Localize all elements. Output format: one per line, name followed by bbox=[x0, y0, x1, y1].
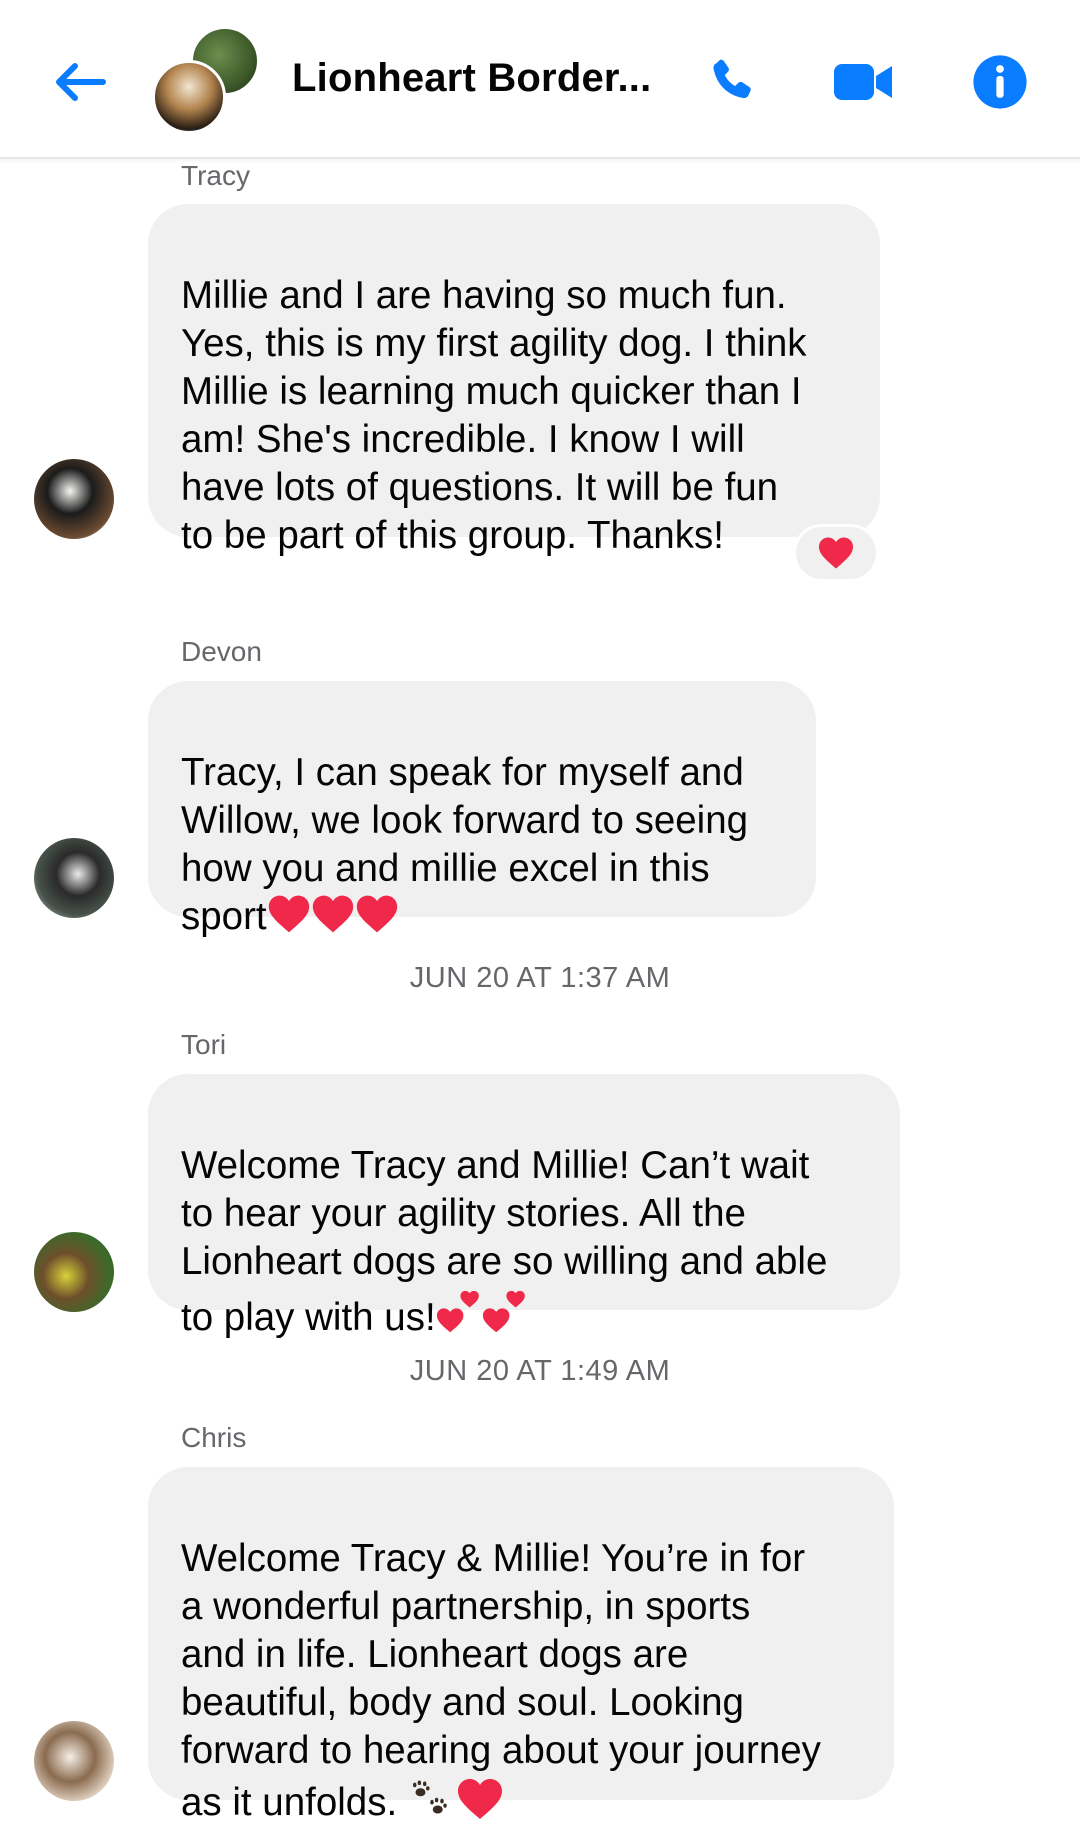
sender-name: Tori bbox=[181, 1029, 227, 1060]
message-bubble[interactable]: Millie and I are having so much fun. Yes… bbox=[148, 204, 880, 557]
message-bubble[interactable]: Tracy, I can speak for myself and Willow… bbox=[148, 681, 816, 938]
info-icon bbox=[973, 55, 1027, 109]
conversation-title[interactable]: Lionheart Border... bbox=[292, 56, 651, 101]
sender-name: Devon bbox=[181, 636, 262, 667]
sender-name: Tracy bbox=[181, 160, 250, 191]
sender-avatar[interactable] bbox=[34, 1721, 114, 1801]
info-button[interactable] bbox=[968, 50, 1032, 114]
conversation-header: Lionheart Border... bbox=[0, 0, 1080, 159]
group-avatar[interactable] bbox=[152, 26, 264, 134]
video-camera-icon bbox=[834, 64, 892, 100]
phone-icon bbox=[713, 59, 751, 99]
sender-name: Chris bbox=[181, 1422, 247, 1453]
two-hearts-emoji bbox=[436, 1290, 528, 1339]
message-bubble[interactable]: Welcome Tracy & Millie! You’re in for a … bbox=[148, 1467, 894, 1824]
message-timestamp: JUN 20 AT 1:37 AM bbox=[409, 962, 671, 994]
back-button[interactable] bbox=[40, 50, 120, 114]
sender-avatar[interactable] bbox=[34, 1232, 114, 1312]
message-reaction[interactable] bbox=[793, 524, 879, 582]
back-arrow-icon bbox=[56, 63, 106, 101]
sender-avatar[interactable] bbox=[34, 459, 114, 539]
three-red-hearts-emoji bbox=[267, 895, 399, 938]
sender-avatar[interactable] bbox=[34, 838, 114, 918]
call-button[interactable] bbox=[700, 50, 764, 114]
message-timestamp: JUN 20 AT 1:49 AM bbox=[409, 1355, 671, 1387]
video-call-button[interactable] bbox=[832, 50, 896, 114]
group-avatar-photo-2 bbox=[152, 60, 226, 134]
message-bubble[interactable]: Welcome Tracy and Millie! Can’t wait to … bbox=[148, 1074, 900, 1339]
message-text: Millie and I are having so much fun. Yes… bbox=[181, 274, 807, 557]
heart-reaction-icon bbox=[819, 537, 853, 569]
